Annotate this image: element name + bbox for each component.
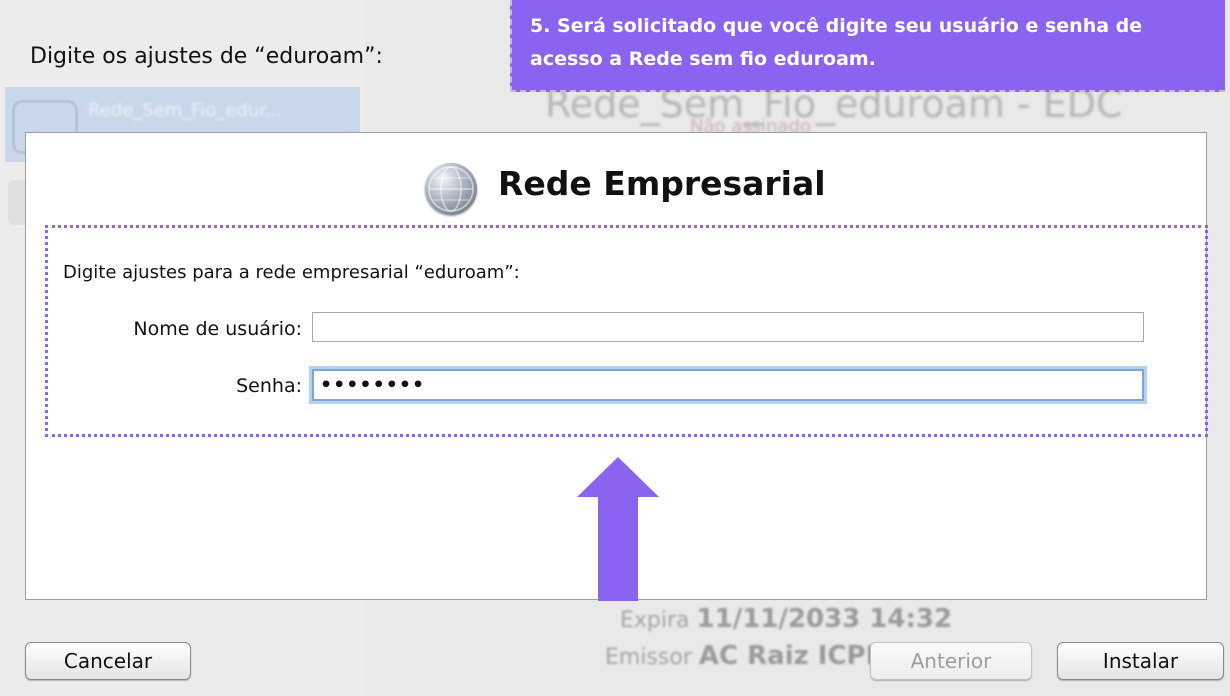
arrow-up-icon: [577, 457, 659, 497]
panel-title: Rede Empresarial: [498, 164, 826, 203]
background-issuer: Emissor AC Raiz ICPE...: [605, 641, 913, 671]
background-expiry: Expira 11/11/2033 14:32: [620, 604, 953, 634]
arrow-shaft: [598, 496, 638, 601]
background-selected-label: Rede_Sem_Fio_edur...: [88, 100, 283, 121]
instruction-callout: 5. Será solicitado que você digite seu u…: [510, 0, 1225, 92]
install-button[interactable]: Instalar: [1057, 642, 1224, 680]
callout-text: 5. Será solicitado que você digite seu u…: [530, 15, 1143, 70]
password-label: Senha:: [236, 375, 302, 397]
cancel-button[interactable]: Cancelar: [25, 642, 191, 680]
dialog-heading: Digite os ajustes de “eduroam”:: [30, 44, 383, 69]
username-field[interactable]: [312, 312, 1144, 342]
username-label: Nome de usuário:: [133, 318, 302, 340]
credentials-prompt: Digite ajustes para a rede empresarial “…: [63, 262, 520, 283]
previous-button[interactable]: Anterior: [870, 642, 1032, 680]
network-globe-icon: [425, 163, 477, 215]
password-field[interactable]: [312, 369, 1144, 401]
